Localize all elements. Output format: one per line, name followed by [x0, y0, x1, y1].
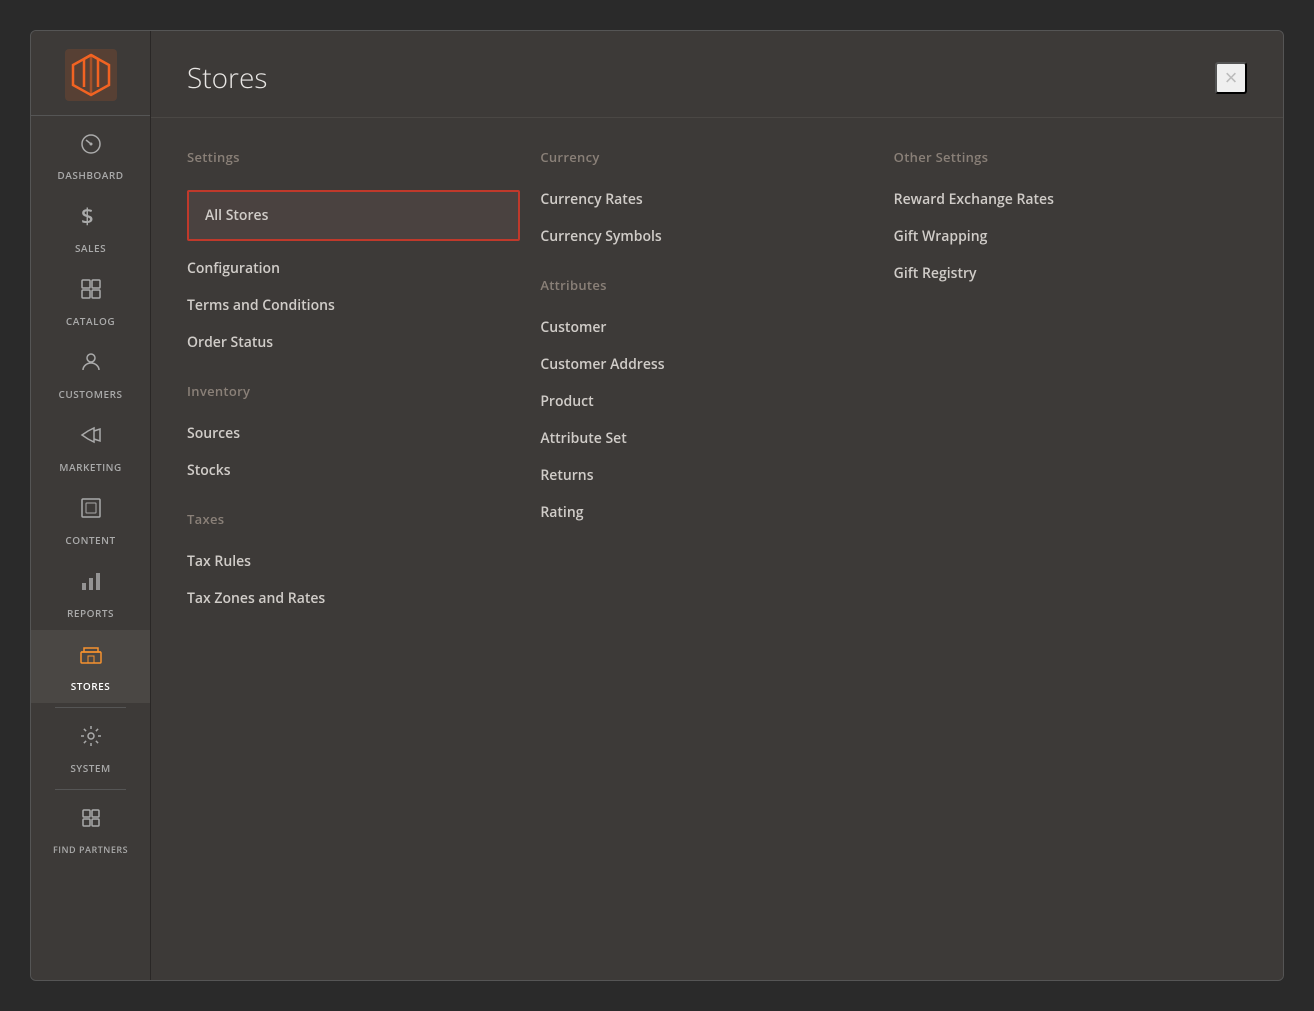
menu-item-tax-rules[interactable]: Tax Rules: [187, 552, 520, 571]
svg-text:$: $: [81, 204, 94, 228]
menu-item-customer-address[interactable]: Customer Address: [540, 355, 873, 374]
menu-item-reward-exchange-rates[interactable]: Reward Exchange Rates: [894, 190, 1227, 209]
marketing-icon: [79, 423, 103, 454]
taxes-section-title: Taxes: [187, 510, 520, 532]
settings-section-title: Settings: [187, 148, 520, 170]
sidebar-item-system[interactable]: SYSTEM: [31, 712, 150, 785]
menu-item-configuration[interactable]: Configuration: [187, 259, 520, 278]
sidebar: DASHBOARD $ SALES CATALOG CUSTOMERS: [31, 31, 151, 980]
menu-item-gift-registry[interactable]: Gift Registry: [894, 264, 1227, 283]
content-icon: [79, 496, 103, 527]
system-icon: [79, 724, 103, 755]
reports-icon: [79, 569, 103, 600]
sidebar-item-find-partners[interactable]: FIND PARTNERS: [31, 794, 150, 866]
sidebar-item-label-sales: SALES: [75, 241, 106, 255]
column-settings: Settings All Stores Configuration Terms …: [187, 148, 540, 950]
sidebar-item-label-marketing: MARKETING: [59, 460, 121, 474]
sidebar-item-label-reports: REPORTS: [67, 606, 114, 620]
sidebar-item-label-system: SYSTEM: [70, 761, 110, 775]
column-currency: Currency Currency Rates Currency Symbols…: [540, 148, 893, 950]
menu-item-customer[interactable]: Customer: [540, 318, 873, 337]
sidebar-item-dashboard[interactable]: DASHBOARD: [31, 120, 150, 192]
sidebar-divider-2: [55, 789, 126, 790]
panel-title: Stores: [187, 59, 267, 97]
attributes-section-title: Attributes: [540, 276, 873, 298]
menu-item-product[interactable]: Product: [540, 392, 873, 411]
menu-item-tax-zones-and-rates[interactable]: Tax Zones and Rates: [187, 589, 520, 608]
panel-header: Stores ×: [151, 31, 1283, 118]
sales-icon: $: [81, 204, 101, 235]
sidebar-item-customers[interactable]: CUSTOMERS: [31, 338, 150, 411]
menu-item-stocks[interactable]: Stocks: [187, 461, 520, 480]
column-other-settings: Other Settings Reward Exchange Rates Gif…: [894, 148, 1247, 950]
sidebar-item-catalog[interactable]: CATALOG: [31, 265, 150, 338]
main-panel: Stores × Settings All Stores Configurati…: [151, 31, 1283, 980]
sidebar-item-label-dashboard: DASHBOARD: [57, 168, 123, 182]
menu-item-order-status[interactable]: Order Status: [187, 333, 520, 352]
menu-item-terms-and-conditions[interactable]: Terms and Conditions: [187, 296, 520, 315]
catalog-icon: [79, 277, 103, 308]
menu-item-returns[interactable]: Returns: [540, 466, 873, 485]
inventory-subsection: Inventory Sources Stocks: [187, 382, 520, 480]
taxes-subsection: Taxes Tax Rules Tax Zones and Rates: [187, 510, 520, 608]
sidebar-item-label-stores: STORES: [71, 679, 110, 693]
sidebar-item-label-find-partners: FIND PARTNERS: [53, 843, 128, 856]
app-container: DASHBOARD $ SALES CATALOG CUSTOMERS: [30, 30, 1284, 981]
menu-item-sources[interactable]: Sources: [187, 424, 520, 443]
sidebar-item-label-customers: CUSTOMERS: [59, 387, 123, 401]
dashboard-icon: [79, 132, 103, 162]
menu-item-currency-symbols[interactable]: Currency Symbols: [540, 227, 873, 246]
other-settings-section-title: Other Settings: [894, 148, 1227, 170]
sidebar-item-stores[interactable]: STORES: [31, 630, 150, 703]
attributes-subsection: Attributes Customer Customer Address Pro…: [540, 276, 873, 522]
menu-item-all-stores[interactable]: All Stores: [187, 190, 520, 241]
close-button[interactable]: ×: [1215, 62, 1247, 94]
sidebar-logo: [31, 31, 150, 116]
sidebar-item-reports[interactable]: REPORTS: [31, 557, 150, 630]
menu-grid: Settings All Stores Configuration Terms …: [151, 118, 1283, 980]
sidebar-item-label-content: CONTENT: [65, 533, 115, 547]
currency-section-title: Currency: [540, 148, 873, 170]
find-partners-icon: [79, 806, 103, 837]
magento-logo-icon: [65, 49, 117, 101]
sidebar-item-label-catalog: CATALOG: [66, 314, 115, 328]
sidebar-item-marketing[interactable]: MARKETING: [31, 411, 150, 484]
stores-icon: [79, 642, 103, 673]
sidebar-item-content[interactable]: CONTENT: [31, 484, 150, 557]
menu-item-currency-rates[interactable]: Currency Rates: [540, 190, 873, 209]
sidebar-item-sales[interactable]: $ SALES: [31, 192, 150, 265]
sidebar-divider: [55, 707, 126, 708]
menu-item-attribute-set[interactable]: Attribute Set: [540, 429, 873, 448]
menu-item-gift-wrapping[interactable]: Gift Wrapping: [894, 227, 1227, 246]
inventory-section-title: Inventory: [187, 382, 520, 404]
menu-item-rating[interactable]: Rating: [540, 503, 873, 522]
customers-icon: [79, 350, 103, 381]
